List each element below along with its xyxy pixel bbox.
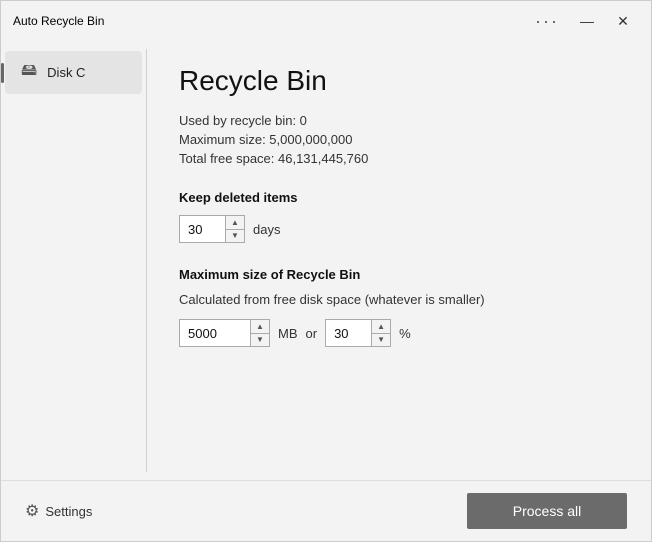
title-bar-controls: ··· — ✕: [527, 5, 639, 37]
more-options-icon[interactable]: ···: [527, 7, 567, 36]
max-size-section: Maximum size of Recycle Bin Calculated f…: [179, 267, 619, 347]
keep-input-row: ▲ ▼ days: [179, 215, 619, 243]
keep-days-spinner[interactable]: ▲ ▼: [179, 215, 245, 243]
keep-section: Keep deleted items ▲ ▼ days: [179, 190, 619, 243]
sidebar: 🖴 Disk C: [1, 41, 146, 480]
days-label: days: [253, 222, 280, 237]
percent-up-button[interactable]: ▲: [372, 320, 390, 334]
mb-input[interactable]: [180, 320, 250, 346]
content-area: 🖴 Disk C Recycle Bin Used by recycle bin…: [1, 41, 651, 480]
percent-spinner-buttons: ▲ ▼: [371, 320, 390, 346]
free-space-info: Total free space: 46,131,445,760: [179, 151, 619, 166]
percent-input[interactable]: [326, 320, 371, 346]
app-title: Auto Recycle Bin: [13, 14, 104, 28]
disk-icon: 🖴: [21, 59, 37, 86]
settings-gear-icon: ⚙: [25, 501, 39, 521]
percent-label: %: [399, 326, 411, 341]
or-label: or: [306, 326, 318, 341]
keep-days-input[interactable]: [180, 216, 225, 242]
process-all-button[interactable]: Process all: [467, 493, 627, 529]
sidebar-item-label: Disk C: [47, 65, 85, 80]
main-content: Recycle Bin Used by recycle bin: 0 Maxim…: [147, 41, 651, 480]
used-info: Used by recycle bin: 0: [179, 113, 619, 128]
mb-down-button[interactable]: ▼: [251, 334, 269, 347]
max-size-input-row: ▲ ▼ MB or ▲ ▼ %: [179, 319, 619, 347]
settings-link[interactable]: ⚙ Settings: [25, 501, 92, 521]
mb-label: MB: [278, 326, 298, 341]
settings-label: Settings: [45, 504, 92, 519]
page-title: Recycle Bin: [179, 65, 619, 97]
percent-spinner[interactable]: ▲ ▼: [325, 319, 391, 347]
max-size-section-title: Maximum size of Recycle Bin: [179, 267, 619, 282]
max-size-sublabel: Calculated from free disk space (whateve…: [179, 292, 619, 307]
keep-section-title: Keep deleted items: [179, 190, 619, 205]
title-bar: Auto Recycle Bin ··· — ✕: [1, 1, 651, 41]
keep-days-spinner-buttons: ▲ ▼: [225, 216, 244, 242]
app-window: Auto Recycle Bin ··· — ✕ 🖴 Disk C Recycl…: [0, 0, 652, 542]
mb-spinner[interactable]: ▲ ▼: [179, 319, 270, 347]
percent-down-button[interactable]: ▼: [372, 334, 390, 347]
sidebar-item-disk-c[interactable]: 🖴 Disk C: [5, 51, 142, 94]
max-size-info: Maximum size: 5,000,000,000: [179, 132, 619, 147]
close-button[interactable]: ✕: [607, 5, 639, 37]
footer: ⚙ Settings Process all: [1, 480, 651, 541]
mb-spinner-buttons: ▲ ▼: [250, 320, 269, 346]
mb-up-button[interactable]: ▲: [251, 320, 269, 334]
minimize-button[interactable]: —: [571, 5, 603, 37]
keep-days-up-button[interactable]: ▲: [226, 216, 244, 230]
keep-days-down-button[interactable]: ▼: [226, 230, 244, 243]
